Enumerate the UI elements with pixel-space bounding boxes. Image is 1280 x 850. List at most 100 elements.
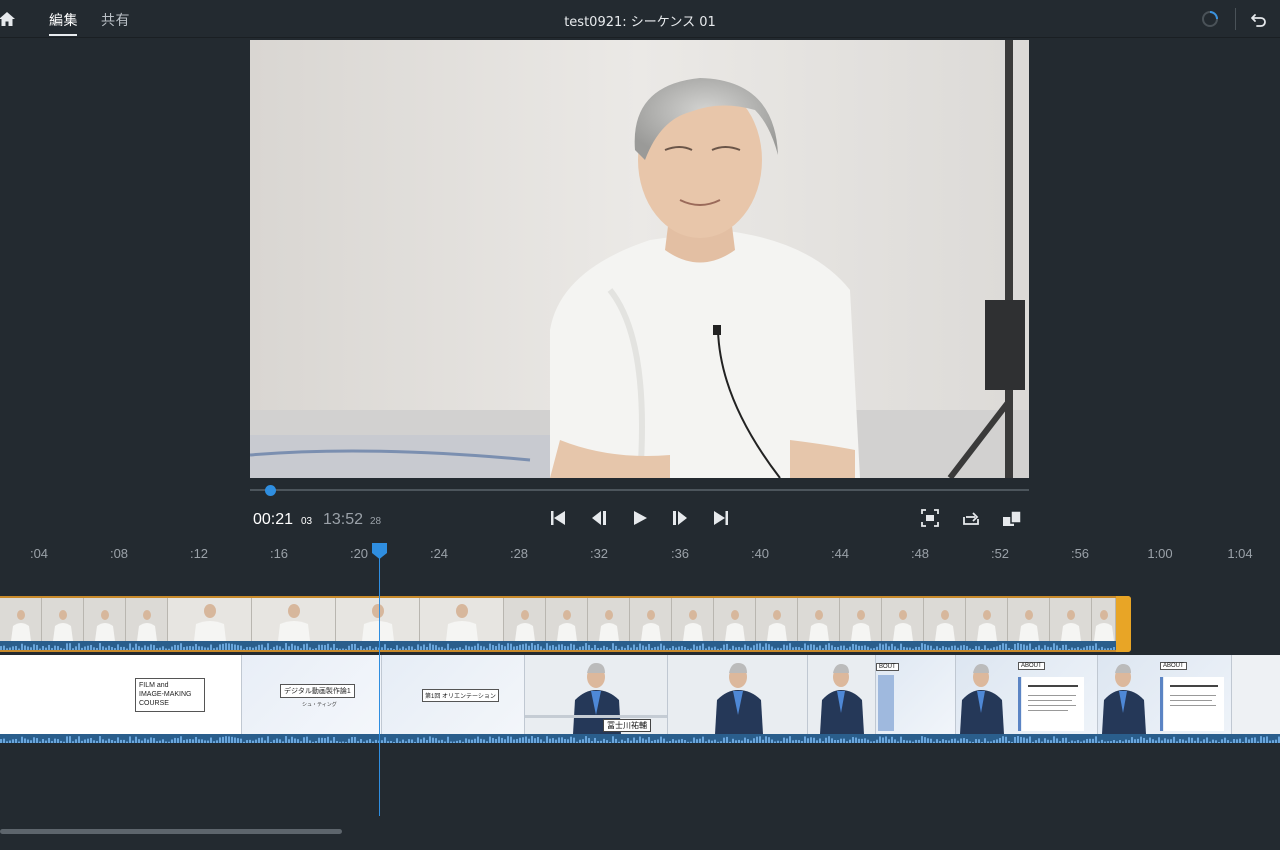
video-preview[interactable] [250, 40, 1029, 478]
preview-scrubber-track[interactable] [250, 489, 1029, 491]
waveform-bar [162, 739, 164, 743]
waveform-bar [114, 741, 116, 743]
speaker-clip[interactable] [668, 655, 808, 734]
about-clip[interactable]: ABOUT [956, 655, 1098, 734]
waveform-bar [561, 737, 563, 743]
playhead-handle[interactable] [372, 543, 387, 559]
fit-frame-icon[interactable] [920, 508, 940, 528]
waveform-bar [42, 646, 44, 650]
waveform-bar [927, 738, 929, 743]
go-to-start-icon[interactable] [548, 508, 568, 528]
waveform-bar [165, 741, 167, 743]
waveform-bar [702, 643, 704, 650]
waveform-bar [975, 739, 977, 743]
ruler-tick: :32 [589, 546, 609, 561]
waveform-bar [915, 646, 917, 650]
clip-trim-handle[interactable] [1116, 596, 1131, 652]
waveform-bar [555, 739, 557, 743]
waveform-bar [162, 646, 164, 650]
waveform-bar [513, 739, 515, 743]
waveform-bar [1146, 739, 1148, 743]
next-frame-icon[interactable] [670, 508, 690, 528]
waveform-bar [1071, 647, 1073, 650]
waveform-bar [1065, 644, 1067, 650]
waveform-bar [531, 736, 533, 743]
waveform-bar [438, 647, 440, 650]
waveform-bar [729, 741, 731, 743]
waveform-bar [615, 645, 617, 650]
waveform-bar [1047, 646, 1049, 650]
title-clip-orientation[interactable]: 第1回 オリエンテーション [382, 655, 525, 734]
waveform-bar [249, 739, 251, 743]
undo-icon[interactable] [1250, 10, 1268, 28]
waveform-bar [1218, 741, 1220, 743]
waveform-bar [849, 646, 851, 650]
waveform-bar [426, 739, 428, 743]
waveform-bar [705, 741, 707, 743]
play-icon[interactable] [630, 508, 650, 528]
waveform-bar [579, 739, 581, 743]
waveform-bar [1263, 737, 1265, 743]
playhead-line[interactable] [379, 556, 380, 816]
waveform-bar [207, 647, 209, 650]
waveform-bar [1044, 738, 1046, 743]
waveform-bar [1044, 645, 1046, 650]
waveform-bar [177, 738, 179, 743]
waveform-bar [1272, 740, 1274, 743]
waveform-bar [369, 646, 371, 650]
waveform-bar [297, 739, 299, 743]
aspect-ratio-icon[interactable] [1002, 508, 1022, 528]
waveform-bar [909, 740, 911, 743]
title-clip-digital[interactable]: デジタル動画製作論1 シュ・ティング [242, 655, 382, 734]
clip-thumbnail-frame [1092, 598, 1116, 641]
waveform-bar [945, 647, 947, 650]
top-bar: 編集 共有 test0921: シーケンス 01 [0, 0, 1280, 38]
timeline-horizontal-scrollbar[interactable] [0, 829, 342, 834]
waveform-bar [714, 646, 716, 650]
waveform-bar [645, 739, 647, 743]
waveform-bar [468, 646, 470, 650]
waveform-bar [801, 648, 803, 650]
about-clip[interactable]: BOUT [876, 655, 956, 734]
video-clip[interactable] [0, 596, 1131, 652]
speaker-clip[interactable] [808, 655, 876, 734]
waveform-bar [654, 646, 656, 650]
clip-thumbnail-frame [924, 598, 966, 641]
waveform-bar [396, 738, 398, 743]
waveform-bar [249, 646, 251, 650]
waveform-bar [288, 646, 290, 650]
waveform-bar [1134, 739, 1136, 743]
waveform-bar [528, 645, 530, 650]
waveform-bar [81, 647, 83, 650]
waveform-bar [993, 647, 995, 650]
graphics-clip-track[interactable]: FILM and IMAGE-MAKING COURSE デジタル動画製作論1 … [0, 655, 1280, 743]
previous-frame-icon[interactable] [589, 508, 609, 528]
ruler-tick: :56 [1070, 546, 1090, 561]
waveform-bar [912, 741, 914, 743]
waveform-bar [339, 741, 341, 743]
waveform-bar [507, 643, 509, 650]
waveform-bar [534, 738, 536, 743]
loop-export-icon[interactable] [961, 508, 981, 528]
waveform-bar [501, 644, 503, 650]
waveform-bar [1242, 741, 1244, 743]
waveform-bar [552, 738, 554, 743]
waveform-bar [96, 647, 98, 650]
waveform-bar [804, 736, 806, 743]
waveform-bar [531, 643, 533, 650]
waveform-bar [1110, 741, 1112, 743]
waveform-bar [210, 737, 212, 743]
speaker-clip[interactable] [1232, 655, 1280, 734]
waveform-bar [948, 647, 950, 650]
about-clip[interactable]: ABOUT [1098, 655, 1232, 734]
speaker-clip[interactable]: 冨士川祐輔 [525, 655, 668, 734]
title-clip-film-course[interactable]: FILM and IMAGE-MAKING COURSE [0, 655, 242, 734]
ruler-tick: :04 [29, 546, 49, 561]
go-to-end-icon[interactable] [711, 508, 731, 528]
timeline-ruler[interactable]: :04 :08 :12 :16 :20 :24 :28 :32 :36 :40 … [0, 540, 1280, 566]
waveform-bar [756, 736, 758, 743]
waveform-bar [726, 736, 728, 743]
waveform-bar [366, 647, 368, 650]
waveform-bar [573, 737, 575, 743]
preview-scrubber-handle[interactable] [265, 485, 277, 496]
